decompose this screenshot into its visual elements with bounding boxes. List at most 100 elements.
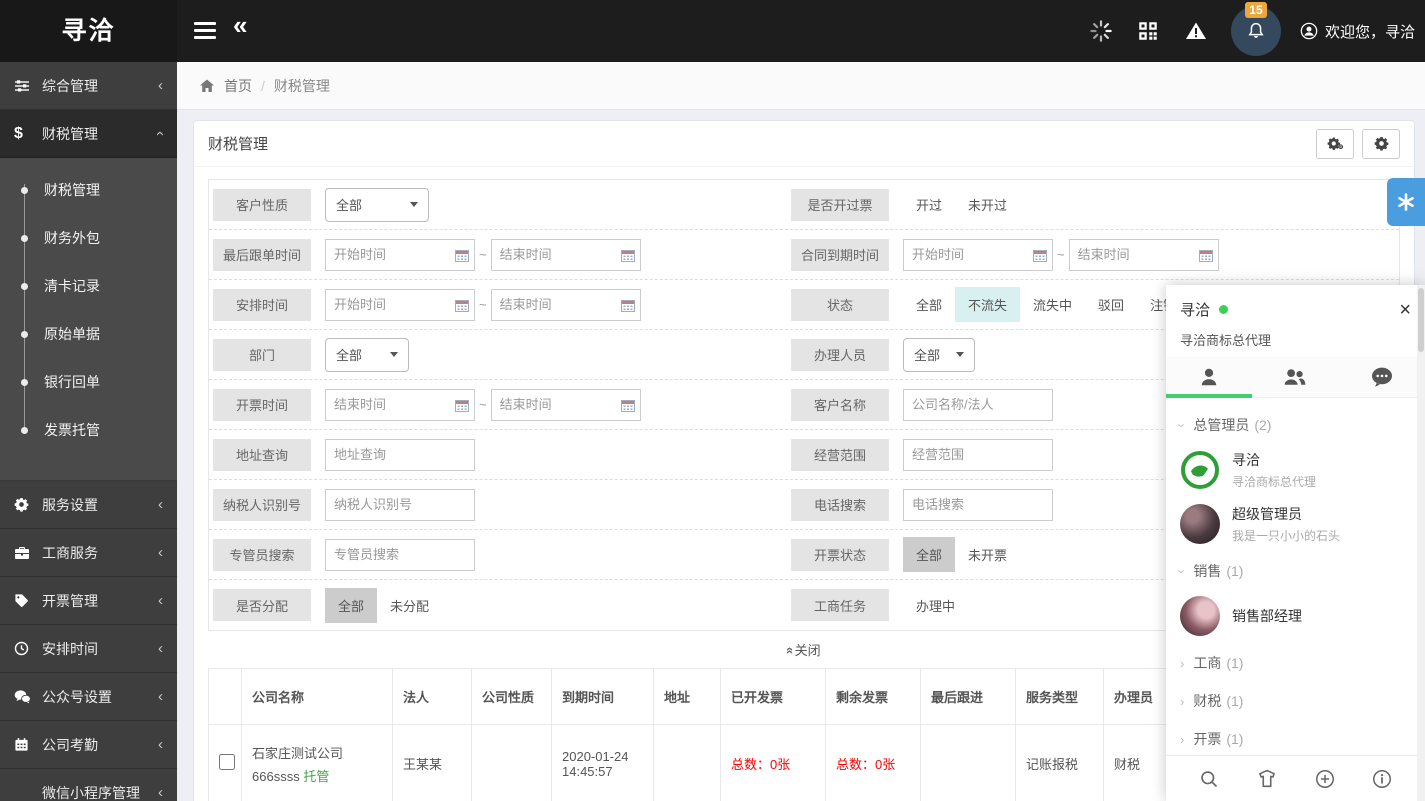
- sidebar-item-schedule[interactable]: 安排时间‹: [0, 625, 177, 673]
- chevron-icon: ›: [1175, 569, 1190, 573]
- arrange-start-input[interactable]: [325, 289, 475, 321]
- group-business[interactable]: › 工商 (1): [1166, 644, 1425, 682]
- theme-float-button[interactable]: [1387, 178, 1425, 226]
- submenu-item-tax-management[interactable]: 财税管理: [0, 166, 177, 214]
- submenu-item-bank-receipts[interactable]: 银行回单: [0, 358, 177, 406]
- sidebar-item-attendance[interactable]: 公司考勤‹: [0, 721, 177, 769]
- group-invoicing[interactable]: › 开票 (1): [1166, 720, 1425, 755]
- remaining-total-cell: 总数：0张: [826, 725, 921, 801]
- sidebar-item-official-account[interactable]: 公众号设置‹: [0, 673, 177, 721]
- business-scope-input[interactable]: [903, 439, 1053, 471]
- invoice-status-option[interactable]: 未开票: [955, 537, 1020, 572]
- contract-expire-start-input[interactable]: [903, 239, 1053, 271]
- filter-label-invoice-time: 开票时间: [213, 389, 311, 421]
- chevron-left-icon: ‹: [158, 78, 163, 93]
- assigned-option[interactable]: 未分配: [377, 588, 442, 623]
- panel-title: 财税管理: [208, 133, 268, 154]
- submenu-item-card-clearing[interactable]: 清卡记录: [0, 262, 177, 310]
- contract-expire-end-input[interactable]: [1069, 239, 1219, 271]
- filter-label-customer-nature: 客户性质: [213, 189, 311, 221]
- handler-select[interactable]: 全部: [903, 338, 975, 372]
- status-option[interactable]: 全部: [903, 287, 955, 322]
- group-admins[interactable]: › 总管理员 (2): [1166, 406, 1425, 444]
- tab-groups[interactable]: [1252, 357, 1338, 397]
- tab-contacts[interactable]: [1166, 357, 1252, 397]
- chevron-icon: ›: [1175, 423, 1190, 427]
- home-icon[interactable]: [199, 78, 215, 94]
- breadcrumb-home[interactable]: 首页: [224, 76, 252, 96]
- notifications-bell[interactable]: 15: [1231, 6, 1281, 56]
- skin-icon[interactable]: [1256, 769, 1278, 789]
- scrollbar-thumb[interactable]: [1418, 288, 1424, 352]
- filter-label-customer-name: 客户名称: [791, 389, 889, 421]
- invoice-status-option-selected[interactable]: 全部: [903, 537, 955, 572]
- status-option-selected[interactable]: 不流失: [955, 287, 1020, 322]
- invoice-time-start-input[interactable]: [325, 389, 475, 421]
- customer-name-input[interactable]: [903, 389, 1053, 421]
- loading-spinner-icon[interactable]: [1090, 20, 1112, 42]
- col-company: 公司名称: [242, 669, 393, 725]
- company-name[interactable]: 石家庄测试公司: [252, 743, 382, 762]
- address-input[interactable]: [325, 439, 475, 471]
- sidebar-toggle-icon[interactable]: [194, 22, 216, 43]
- business-task-option[interactable]: 办理中: [903, 588, 968, 623]
- last-follow-end-input[interactable]: [491, 239, 641, 271]
- sidebar-item-service-settings[interactable]: 服务设置‹: [0, 481, 177, 529]
- invoiced-option[interactable]: 未开过: [955, 187, 1020, 222]
- avatar: [1180, 504, 1220, 544]
- search-icon[interactable]: [1199, 769, 1219, 789]
- filter-label-phone: 电话搜索: [791, 489, 889, 521]
- sidebar-item-business-services[interactable]: 工商服务‹: [0, 529, 177, 577]
- sidebar-item-invoicing[interactable]: 开票管理‹: [0, 577, 177, 625]
- calendar-icon: [621, 249, 635, 262]
- qr-code-icon[interactable]: [1138, 21, 1158, 41]
- close-icon[interactable]: ×: [1399, 300, 1411, 320]
- sidebar-item-miniprogram[interactable]: 微信小程序管理‹: [0, 769, 177, 801]
- tab-messages[interactable]: [1339, 357, 1425, 397]
- chevron-left-icon: ‹: [158, 497, 163, 512]
- collapse-left-icon[interactable]: «: [233, 10, 247, 41]
- info-icon[interactable]: [1372, 769, 1392, 789]
- calendar-icon: [455, 249, 469, 262]
- status-option[interactable]: 流失中: [1020, 287, 1085, 322]
- settings-button[interactable]: [1362, 129, 1400, 159]
- sidebar-item-tax[interactable]: $ 财税管理‹: [0, 110, 177, 158]
- customer-nature-select[interactable]: 全部: [325, 188, 429, 222]
- arrange-end-input[interactable]: [491, 289, 641, 321]
- supervisor-input[interactable]: [325, 539, 475, 571]
- assigned-option-selected[interactable]: 全部: [325, 588, 377, 623]
- taxpayer-id-input[interactable]: [325, 489, 475, 521]
- row-checkbox[interactable]: [219, 754, 235, 770]
- app-logo: 寻洽: [0, 0, 177, 62]
- user-welcome[interactable]: 欢迎您，寻洽: [1299, 21, 1415, 42]
- clock-icon: [14, 641, 42, 656]
- contact-item[interactable]: 寻洽 寻洽商标总代理: [1166, 444, 1425, 498]
- phone-input[interactable]: [903, 489, 1053, 521]
- filter-label-last-follow: 最后跟单时间: [213, 239, 311, 271]
- submenu-item-original-documents[interactable]: 原始单据: [0, 310, 177, 358]
- warning-icon[interactable]: [1184, 19, 1208, 43]
- invoice-time-end-input[interactable]: [491, 389, 641, 421]
- briefcase-icon: [14, 545, 42, 561]
- submenu-item-finance-outsourcing[interactable]: 财务外包: [0, 214, 177, 262]
- last-follow-start-input[interactable]: [325, 239, 475, 271]
- sidebar-item-general[interactable]: 综合管理‹: [0, 62, 177, 110]
- chevron-left-icon: ‹: [158, 593, 163, 608]
- group-sales[interactable]: › 销售 (1): [1166, 552, 1425, 590]
- contact-item[interactable]: 销售部经理: [1166, 590, 1425, 644]
- department-select[interactable]: 全部: [325, 338, 409, 372]
- chat-panel: 寻洽 × 寻洽商标总代理 › 总管理员 (2) 寻洽 寻洽商标总代理: [1166, 285, 1425, 801]
- scrollbar[interactable]: [1417, 285, 1425, 801]
- group-tax[interactable]: › 财税 (1): [1166, 682, 1425, 720]
- add-icon[interactable]: [1315, 769, 1335, 789]
- filter-label-business-scope: 经营范围: [791, 439, 889, 471]
- invoiced-option[interactable]: 开过: [903, 187, 955, 222]
- columns-settings-button[interactable]: [1316, 129, 1354, 159]
- select-all-header: [209, 669, 242, 725]
- wechat-icon: [14, 689, 42, 704]
- chevron-left-icon: ‹: [158, 689, 163, 704]
- status-option[interactable]: 驳回: [1085, 287, 1137, 322]
- contact-item[interactable]: 超级管理员 我是一只小小的石头: [1166, 498, 1425, 552]
- chevron-left-icon: ‹: [158, 737, 163, 752]
- submenu-item-invoice-custody[interactable]: 发票托管: [0, 406, 177, 454]
